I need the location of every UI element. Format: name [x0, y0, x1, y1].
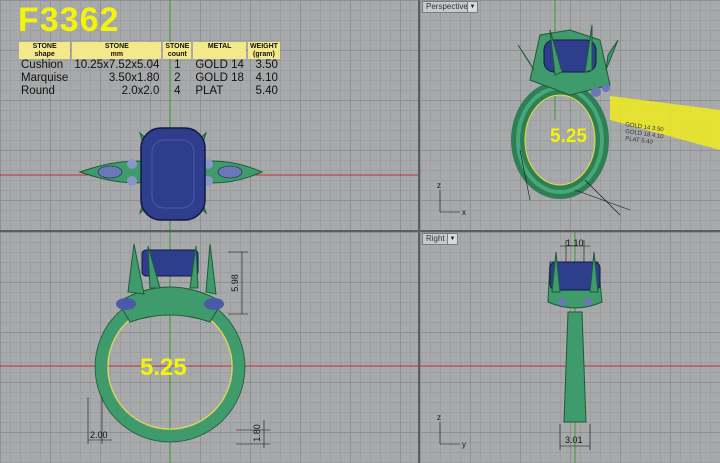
perspective-ring-size-label: 5.25 [550, 126, 587, 147]
right-viewport-label[interactable]: Right [422, 233, 449, 245]
front-view-scene [0, 232, 418, 463]
right-viewport[interactable]: y z Right ▼ 1.10 3.01 [420, 232, 720, 463]
header-stone-shape: STONE shape [19, 42, 71, 59]
front-shank-thickness-dimension: 1.80 [251, 424, 262, 442]
top-viewport[interactable]: F3362 STONE shape STONE mm STONE count META… [0, 0, 418, 230]
header-stone-mm: STONE mm [72, 42, 162, 59]
svg-text:z: z [437, 413, 441, 422]
perspective-view-scene: GOLD 14 3.50 GOLD 18 4.10 PLAT 5.40 x z [437, 0, 720, 217]
svg-text:x: x [462, 208, 466, 217]
stone-table-header: STONE shape STONE mm STONE count METAL WEIG… [19, 42, 280, 59]
front-viewport[interactable]: 5.25 5.98 2.00 1.80 [0, 232, 418, 463]
perspective-viewport[interactable]: GOLD 14 3.50 GOLD 18 4.10 PLAT 5.40 x z … [420, 0, 720, 230]
header-weight: WEIGHT (gram) [247, 42, 280, 59]
right-bottom-dimension: 3.01 [565, 435, 583, 445]
model-title: F3362 [18, 1, 120, 39]
table-row: Marquise 3.50x1.80 2 GOLD 18 4.10 [21, 72, 278, 84]
front-height-dimension: 5.98 [229, 274, 240, 292]
table-row: Cushion 10.25x7.52x5.04 1 GOLD 14 3.50 [21, 59, 278, 71]
header-stone-count: STONE count [163, 42, 192, 59]
svg-text:y: y [462, 440, 466, 449]
right-view-scene: y z [420, 232, 720, 463]
stone-spec-table: STONE shape STONE mm STONE count METAL WEIG… [17, 42, 282, 98]
front-shank-width-dimension: 2.00 [90, 430, 108, 440]
right-menu-arrow-icon[interactable]: ▼ [447, 233, 458, 245]
svg-text:z: z [437, 181, 441, 190]
perspective-menu-arrow-icon[interactable]: ▼ [467, 1, 478, 13]
header-metal: METAL [193, 42, 246, 59]
front-ring-size-label: 5.25 [140, 354, 187, 381]
right-top-dimension: 1.10 [566, 238, 584, 248]
table-row: Round 2.0x2.0 4 PLAT 5.40 [21, 85, 278, 97]
perspective-viewport-label[interactable]: Perspective [422, 1, 472, 13]
